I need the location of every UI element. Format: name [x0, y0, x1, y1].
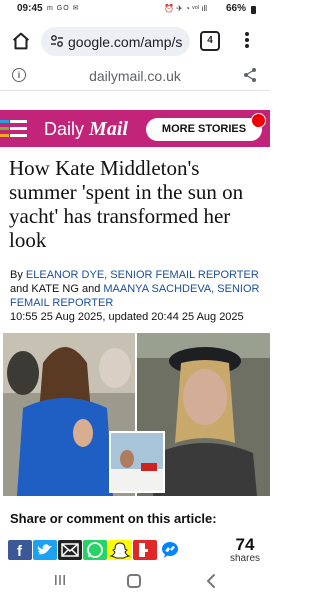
hamburger-menu-icon[interactable]	[0, 110, 33, 147]
article-headline: How Kate Middleton's summer 'spent in th…	[9, 156, 244, 252]
url-text: google.com/amp/s	[68, 34, 183, 50]
share-count-number: 74	[235, 535, 255, 554]
article-timestamp: 10:55 25 Aug 2025, updated 20:44 25 Aug …	[10, 311, 244, 323]
svg-text:f: f	[17, 543, 23, 560]
system-nav-bar	[0, 562, 270, 600]
photo-inset	[109, 431, 165, 493]
address-bar[interactable]: google.com/amp/s	[41, 27, 190, 56]
home-button-icon[interactable]	[127, 574, 141, 588]
more-menu-icon[interactable]	[243, 30, 251, 52]
share-heading: Share or comment on this article:	[10, 511, 217, 526]
amp-domain: dailymail.co.uk	[89, 68, 181, 84]
battery-icon	[251, 6, 256, 14]
share-count-label: shares	[229, 554, 260, 562]
logo-mail: Mail	[89, 118, 128, 140]
recent-apps-icon[interactable]	[54, 574, 66, 586]
share-buttons: f	[8, 540, 182, 560]
share-icon[interactable]	[243, 67, 257, 83]
by-label: By	[10, 269, 23, 281]
more-stories-button[interactable]: MORE STORIES	[146, 118, 262, 141]
author-name: KATE NG	[31, 283, 79, 295]
notification-icons: m GO ✉	[47, 5, 80, 12]
status-bar: 09:45 m GO ✉ ⏰ ✈ ◔ ᵛᵒˡ ıll 66%	[0, 0, 270, 20]
system-icons: ⏰ ✈ ◔ ᵛᵒˡ ıll	[164, 4, 208, 13]
twitter-icon[interactable]	[33, 540, 57, 560]
article-hero-image[interactable]	[0, 333, 270, 496]
home-icon[interactable]	[10, 30, 32, 52]
facebook-icon[interactable]: f	[8, 540, 32, 560]
logo-daily: Daily	[44, 119, 85, 139]
site-settings-icon[interactable]	[50, 34, 64, 48]
battery-level: 66%	[226, 3, 247, 14]
site-logo[interactable]: Daily Mail	[44, 118, 128, 141]
flipboard-icon[interactable]	[133, 540, 157, 560]
share-count: 74 shares	[227, 535, 263, 563]
clock: 09:45	[17, 3, 43, 14]
byline: By ELEANOR DYE, SENIOR FEMAIL REPORTER a…	[10, 268, 265, 324]
site-header: Daily Mail MORE STORIES	[0, 110, 270, 147]
and-label: and	[10, 283, 29, 295]
notification-dot	[251, 113, 266, 128]
author-link[interactable]: ELEANOR DYE, SENIOR FEMAIL REPORTER	[26, 269, 259, 281]
back-icon[interactable]	[204, 573, 218, 589]
email-icon[interactable]	[58, 540, 82, 560]
amp-header: i dailymail.co.uk	[0, 62, 270, 91]
browser-toolbar: google.com/amp/s 4	[0, 22, 270, 60]
whatsapp-icon[interactable]	[83, 540, 107, 560]
messenger-icon[interactable]	[158, 540, 182, 560]
and-label: and	[81, 283, 101, 295]
tab-switcher-button[interactable]: 4	[200, 31, 220, 51]
snapchat-icon[interactable]	[108, 540, 132, 560]
